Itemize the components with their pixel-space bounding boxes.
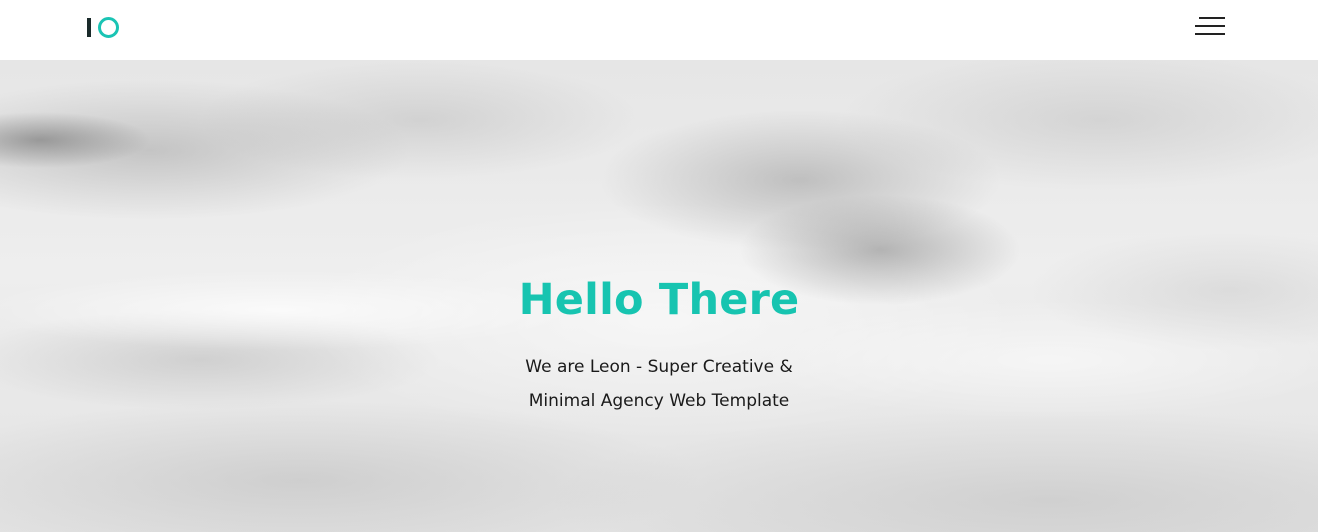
menu-line [1195,33,1225,35]
hero-content: Hello There We are Leon - Super Creative… [0,270,1318,418]
hamburger-menu-icon[interactable] [1192,14,1228,40]
hero-subtitle-line-1: We are Leon - Super Creative & [525,357,793,377]
logo-bar-glyph [87,18,91,37]
menu-line [1199,17,1225,19]
top-navbar [0,0,1318,60]
hero-subtitle-line-2: Minimal Agency Web Template [528,391,790,411]
hero-title: Hello There [518,275,800,325]
hero-section: Hello There We are Leon - Super Creative… [0,60,1318,532]
hero-subtitle: We are Leon - Super Creative & Minimal A… [449,350,869,418]
menu-line [1195,25,1225,27]
logo-ring-glyph [98,17,119,38]
logo[interactable] [86,16,122,40]
